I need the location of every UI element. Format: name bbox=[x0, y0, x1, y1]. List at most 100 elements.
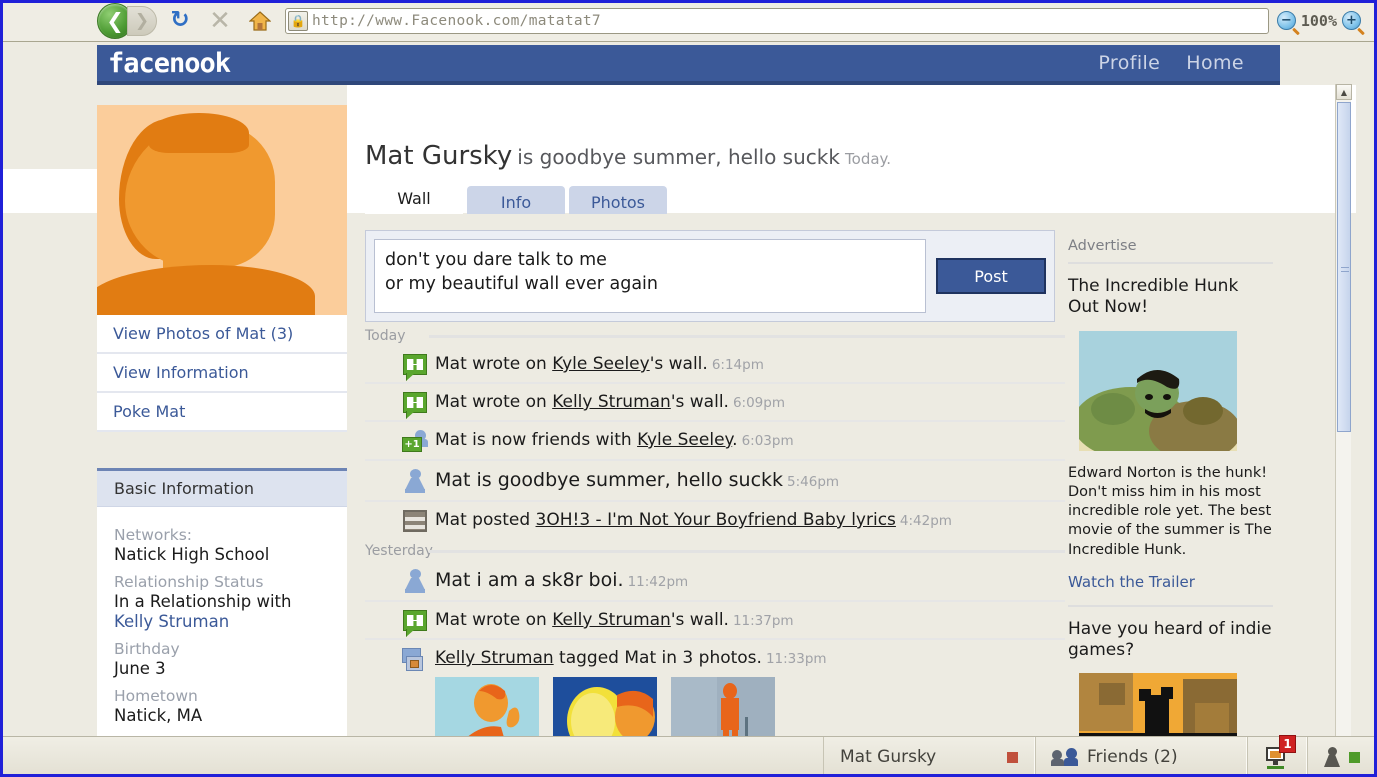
ad-link-trailer[interactable]: Watch the Trailer bbox=[1068, 573, 1273, 591]
chat-monitor-icon: 1 bbox=[1264, 735, 1296, 769]
scrollbar-thumb[interactable] bbox=[1337, 102, 1351, 432]
ad-title: The Incredible Hunk Out Now! bbox=[1068, 276, 1239, 318]
feed-day-divider: Today bbox=[365, 328, 1065, 344]
home-icon bbox=[249, 10, 271, 31]
site-logo[interactable]: facenook bbox=[108, 50, 231, 77]
tab-wall[interactable]: Wall bbox=[365, 182, 463, 214]
basic-information-panel: Basic Information Networks: Natick High … bbox=[97, 468, 347, 736]
tagged-photo-1[interactable] bbox=[435, 677, 539, 736]
page-scrollbar[interactable]: ▲ ▼ bbox=[1335, 84, 1352, 736]
feed-item[interactable]: Mat wrote on Kyle Seeley's wall. 6:14pm bbox=[365, 346, 1065, 382]
taskbar-account[interactable] bbox=[1307, 737, 1377, 777]
silhouette-shoulders bbox=[97, 265, 315, 315]
navigation-buttons: ❮ ❯ bbox=[97, 2, 157, 39]
feed-item[interactable]: Mat wrote on Kelly Struman's wall. 6:09pm bbox=[365, 382, 1065, 420]
feed-link[interactable]: Kelly Struman bbox=[435, 648, 554, 668]
taskbar-user[interactable]: Mat Gursky bbox=[823, 737, 1035, 777]
feed-timestamp: 6:03pm bbox=[741, 433, 794, 449]
feed-item[interactable]: Mat posted 3OH!3 - I'm Not Your Boyfrien… bbox=[365, 500, 1065, 539]
feed-item[interactable]: +1 Mat is now friends with Kyle Seeley. 6… bbox=[365, 420, 1065, 459]
advertise-heading[interactable]: Advertise bbox=[1068, 238, 1273, 264]
post-button[interactable]: Post bbox=[936, 258, 1046, 294]
feed-timestamp: 6:14pm bbox=[711, 357, 764, 373]
url-text[interactable]: http://www.Facenook.com/matatat7 bbox=[312, 13, 1268, 29]
tagged-photo-thumbnails bbox=[435, 677, 1065, 736]
site-header: facenook Profile Home bbox=[97, 45, 1280, 85]
account-status-badge bbox=[1349, 751, 1360, 763]
zoom-out-button[interactable]: − bbox=[1276, 11, 1296, 30]
poke-link[interactable]: Poke Mat bbox=[97, 393, 347, 432]
feed-timestamp: 4:42pm bbox=[899, 513, 952, 529]
basic-information-fields: Networks: Natick High School Relationshi… bbox=[97, 507, 347, 731]
feed-text-pre: Mat i am a sk8r boi. bbox=[435, 569, 624, 591]
taskbar-friends-label: Friends (2) bbox=[1087, 747, 1178, 767]
feed-link[interactable]: Kyle Seeley bbox=[637, 430, 732, 450]
tagged-photo-2[interactable] bbox=[553, 677, 657, 736]
feed-text-post: 's wall. bbox=[670, 392, 729, 412]
home-button[interactable] bbox=[243, 4, 277, 38]
wall-post-icon bbox=[395, 352, 435, 375]
field-label-networks: Networks: bbox=[114, 526, 193, 544]
hulk-ad-image[interactable] bbox=[1079, 330, 1237, 451]
scroll-up-button[interactable]: ▲ bbox=[1336, 84, 1352, 100]
taskbar-chat[interactable]: 1 bbox=[1247, 735, 1307, 777]
feed-text-pre: Mat posted bbox=[435, 510, 536, 530]
people-icon bbox=[1051, 748, 1078, 766]
feed-item-body: Mat posted 3OH!3 - I'm Not Your Boyfrien… bbox=[435, 508, 1065, 530]
tab-info[interactable]: Info bbox=[467, 186, 565, 214]
minus-icon: − bbox=[1280, 13, 1292, 28]
left-sidebar: View Photos of Mat (3) View Information … bbox=[97, 105, 347, 736]
ad-slot-2[interactable]: Have you heard of indie games? bbox=[1068, 607, 1273, 736]
feed-timestamp: 11:37pm bbox=[732, 613, 794, 629]
feed-link[interactable]: Kyle Seeley bbox=[552, 354, 650, 374]
stop-button[interactable]: ✕ bbox=[203, 4, 237, 38]
status-input[interactable]: don't you dare talk to me or my beautifu… bbox=[374, 239, 926, 313]
divider bbox=[429, 334, 1065, 338]
forward-button[interactable]: ❯ bbox=[127, 5, 157, 36]
profile-status: is goodbye summer, hello suckk bbox=[517, 145, 840, 169]
tagged-photo-3[interactable] bbox=[671, 677, 775, 736]
feed-item-body: Mat wrote on Kelly Struman's wall. 6:09pm bbox=[435, 390, 1065, 412]
forward-arrow-icon: ❯ bbox=[134, 10, 150, 31]
feed-timestamp: 11:42pm bbox=[627, 574, 689, 590]
feed-text-pre: Mat wrote on bbox=[435, 610, 553, 630]
field-label-birthday: Birthday bbox=[114, 640, 180, 658]
feed-timestamp: 11:33pm bbox=[765, 651, 827, 667]
zoom-in-button[interactable]: + bbox=[1342, 11, 1361, 30]
feed-timestamp: 6:09pm bbox=[732, 395, 785, 411]
tab-photos[interactable]: Photos bbox=[569, 186, 667, 214]
partner-link[interactable]: Kelly Struman bbox=[114, 612, 229, 631]
feed-text-post: tagged Mat in 3 photos. bbox=[553, 648, 762, 668]
screen: ❮ ❯ ↻ ✕ 🔒 http://www.Facenook.com/matata… bbox=[0, 0, 1377, 777]
nav-item-profile[interactable]: Profile bbox=[1098, 52, 1160, 74]
profile-photo[interactable] bbox=[97, 105, 347, 315]
feed-day-label: Yesterday bbox=[365, 543, 433, 559]
field-value-birthday: June 3 bbox=[114, 659, 166, 678]
silhouette-hair-top bbox=[149, 113, 249, 153]
taskbar-user-name: Mat Gursky bbox=[840, 747, 937, 767]
ad-slot-1[interactable]: The Incredible Hunk Out Now! Edward Nort… bbox=[1068, 264, 1273, 591]
reload-button[interactable]: ↻ bbox=[163, 4, 197, 38]
taskbar-friends[interactable]: Friends (2) bbox=[1035, 737, 1247, 777]
feed-item[interactable]: Kelly Struman tagged Mat in 3 photos. 11:… bbox=[365, 638, 1065, 736]
indie-game-ad-image[interactable] bbox=[1079, 673, 1237, 736]
profile-tabs: Wall Info Photos bbox=[347, 182, 1059, 214]
feed-day-divider: Yesterday bbox=[365, 543, 1065, 559]
view-photos-link[interactable]: View Photos of Mat (3) bbox=[97, 315, 347, 354]
field-value-relationship-partner: Kelly Struman bbox=[114, 612, 347, 631]
person-icon bbox=[395, 567, 435, 593]
feed-timestamp: 5:46pm bbox=[787, 474, 840, 490]
nav-item-home[interactable]: Home bbox=[1186, 52, 1244, 74]
view-information-link[interactable]: View Information bbox=[97, 354, 347, 393]
feed-item[interactable]: Mat is goodbye summer, hello suckk 5:46pm bbox=[365, 459, 1065, 500]
feed-text-post: 's wall. bbox=[649, 354, 708, 374]
profile-actions: View Photos of Mat (3) View Information … bbox=[97, 315, 347, 432]
feed-item-body: Kelly Struman tagged Mat in 3 photos. 11:… bbox=[435, 646, 1065, 736]
feed-link[interactable]: Kelly Struman bbox=[552, 392, 671, 412]
address-bar[interactable]: 🔒 http://www.Facenook.com/matatat7 bbox=[285, 7, 1269, 34]
feed-item[interactable]: Mat i am a sk8r boi. 11:42pm bbox=[365, 561, 1065, 600]
feed-item[interactable]: Mat wrote on Kelly Struman's wall. 11:37p… bbox=[365, 600, 1065, 638]
feed-link[interactable]: 3OH!3 - I'm Not Your Boyfriend Baby lyri… bbox=[536, 510, 896, 530]
feed-item-body: Mat i am a sk8r boi. 11:42pm bbox=[435, 567, 1065, 591]
feed-link[interactable]: Kelly Struman bbox=[552, 610, 671, 630]
